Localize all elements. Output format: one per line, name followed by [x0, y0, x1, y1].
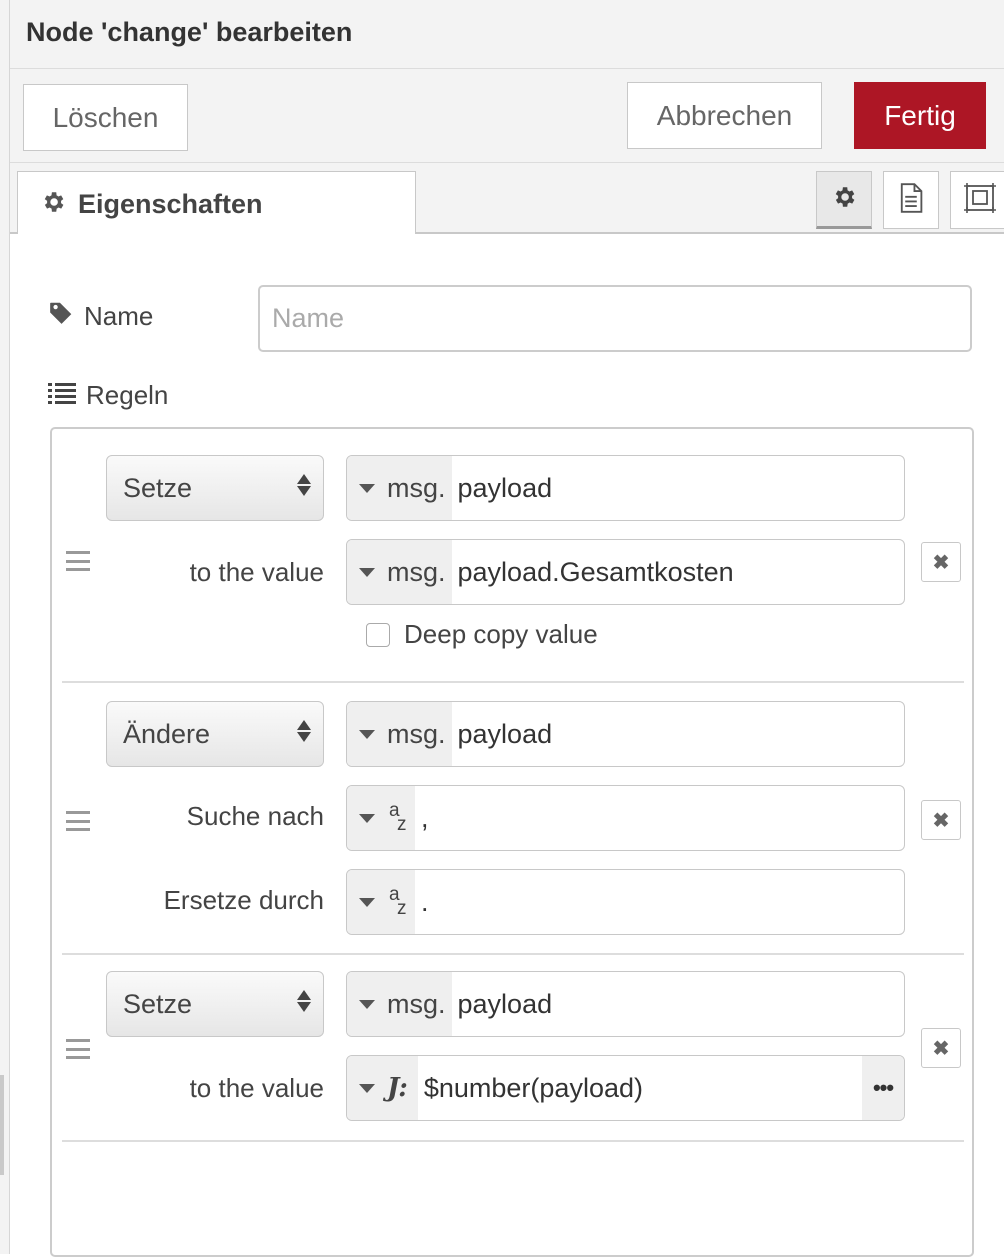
rule-value-field[interactable]: J: $number(payload) •••: [346, 1055, 905, 1121]
caret-down-icon: [359, 483, 375, 493]
rule-target-value[interactable]: payload: [452, 972, 904, 1036]
type-selector[interactable]: msg.: [347, 972, 452, 1036]
rule-item: Setze msg. payload to the value J: $numb…: [62, 955, 964, 1142]
list-icon: [48, 380, 76, 411]
rule-target-field[interactable]: msg. payload: [346, 455, 905, 521]
expression-editor-button[interactable]: •••: [862, 1056, 904, 1120]
rules-label: Regeln: [86, 380, 169, 410]
replace-value[interactable]: .: [415, 870, 904, 934]
remove-rule-button[interactable]: ✖: [921, 542, 961, 582]
close-icon: ✖: [932, 1037, 950, 1060]
frame-icon: [964, 182, 996, 218]
deep-copy-row: Deep copy value: [366, 619, 598, 650]
type-selector[interactable]: az: [347, 786, 415, 850]
jsonata-type-icon: J:: [387, 1073, 408, 1103]
deep-copy-checkbox[interactable]: [366, 622, 390, 647]
type-selector[interactable]: J:: [347, 1056, 418, 1120]
close-icon: ✖: [932, 809, 950, 832]
replace-field[interactable]: az .: [346, 869, 905, 935]
rules-list: Setze msg. payload to the value msg. pay…: [50, 427, 974, 1257]
replace-label: Ersetze durch: [163, 885, 324, 915]
rule-value-value[interactable]: $number(payload): [418, 1056, 862, 1120]
rule-target-field[interactable]: msg. payload: [346, 701, 905, 767]
remove-rule-button[interactable]: ✖: [921, 1028, 961, 1068]
type-selector[interactable]: az: [347, 870, 415, 934]
rule-target-value[interactable]: payload: [452, 702, 904, 766]
type-prefix: msg.: [387, 556, 446, 587]
tab-description-button[interactable]: [883, 171, 939, 229]
tab-properties-label: Eigenschaften: [78, 188, 263, 219]
tab-properties[interactable]: Eigenschaften: [17, 171, 416, 236]
rule-action-value: Setze: [123, 988, 193, 1019]
rule-item: Setze msg. payload to the value msg. pay…: [62, 429, 964, 683]
cancel-button[interactable]: Abbrechen: [627, 82, 822, 149]
name-row-label: Name: [48, 300, 153, 333]
caret-down-icon: [359, 897, 375, 907]
type-selector[interactable]: msg.: [347, 456, 452, 520]
tag-icon: [48, 300, 74, 333]
done-button[interactable]: Fertig: [854, 82, 986, 149]
rule-action-select[interactable]: Setze: [106, 455, 324, 521]
search-label: Suche nach: [186, 801, 324, 831]
caret-down-icon: [359, 729, 375, 739]
name-input[interactable]: [258, 285, 972, 352]
string-type-icon: az: [389, 884, 407, 919]
string-type-icon: az: [389, 800, 407, 835]
tray-header: Node 'change' bearbeiten: [10, 0, 1004, 69]
rules-row-label: Regeln: [48, 380, 168, 411]
type-prefix: msg.: [387, 472, 446, 503]
document-icon: [898, 182, 924, 218]
deep-copy-label: Deep copy value: [404, 619, 598, 649]
tray-toolbar: Löschen Abbrechen Fertig: [10, 69, 1004, 163]
type-selector[interactable]: msg.: [347, 540, 452, 604]
type-selector[interactable]: msg.: [347, 702, 452, 766]
rule-action-value: Ändere: [123, 718, 211, 749]
drag-handle-icon[interactable]: [66, 1039, 90, 1059]
caret-down-icon: [359, 1083, 375, 1093]
gear-icon: [40, 189, 66, 220]
delete-button[interactable]: Löschen: [23, 84, 188, 151]
select-arrows-icon: [297, 990, 311, 1012]
search-field[interactable]: az ,: [346, 785, 905, 851]
value-label: to the value: [189, 557, 324, 587]
select-arrows-icon: [297, 720, 311, 742]
rule-action-value: Setze: [123, 472, 193, 503]
close-icon: ✖: [932, 551, 950, 574]
scroll-marker: [0, 1075, 4, 1175]
rule-value-value[interactable]: payload.Gesamtkosten: [452, 540, 904, 604]
rule-target-value[interactable]: payload: [452, 456, 904, 520]
tab-settings-button[interactable]: [816, 171, 872, 229]
drag-handle-icon[interactable]: [66, 551, 90, 571]
value-label: to the value: [189, 1073, 324, 1103]
rule-value-field[interactable]: msg. payload.Gesamtkosten: [346, 539, 905, 605]
name-label: Name: [84, 301, 154, 331]
rule-target-field[interactable]: msg. payload: [346, 971, 905, 1037]
rule-action-select[interactable]: Setze: [106, 971, 324, 1037]
type-prefix: msg.: [387, 718, 446, 749]
left-panel-edge: [0, 0, 10, 1254]
rule-action-select[interactable]: Ändere: [106, 701, 324, 767]
tab-bar: Eigenschaften: [10, 163, 1004, 236]
caret-down-icon: [359, 813, 375, 823]
rule-item: Ändere msg. payload Suche nach az , ✖ Er…: [62, 683, 964, 955]
caret-down-icon: [359, 567, 375, 577]
select-arrows-icon: [297, 474, 311, 496]
remove-rule-button[interactable]: ✖: [921, 800, 961, 840]
type-prefix: msg.: [387, 988, 446, 1019]
search-value[interactable]: ,: [415, 786, 904, 850]
properties-panel: Name Regeln Setze msg. payload to the va…: [10, 234, 1004, 1257]
tray-title: Node 'change' bearbeiten: [26, 17, 353, 47]
gear-icon: [831, 184, 857, 215]
tab-appearance-button[interactable]: [950, 171, 1004, 229]
drag-handle-icon[interactable]: [66, 811, 90, 831]
caret-down-icon: [359, 999, 375, 1009]
